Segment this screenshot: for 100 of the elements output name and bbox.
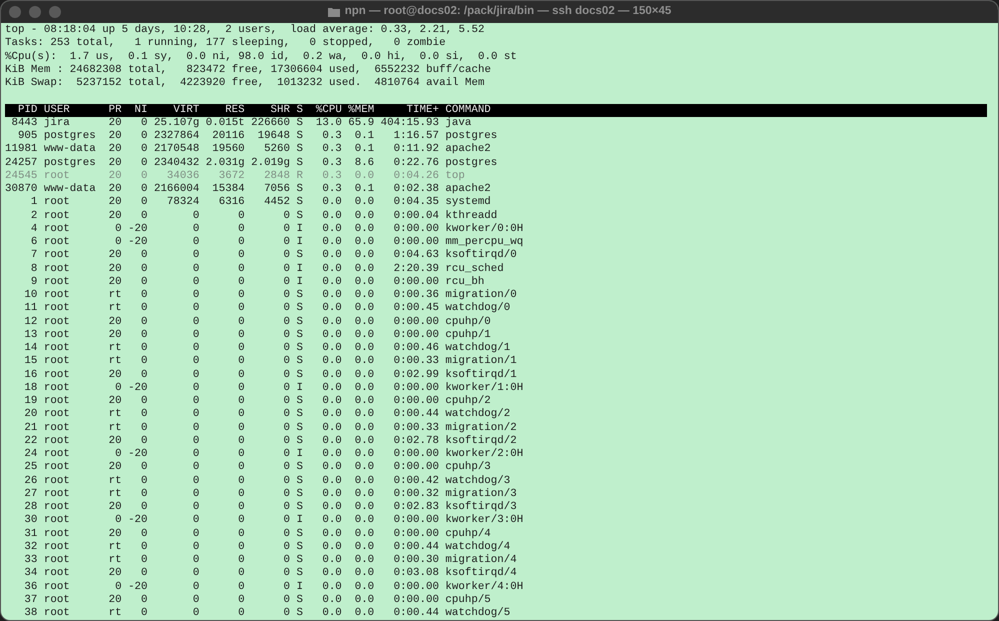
- table-cell-text: 0: [282, 488, 290, 501]
- table-cell-text: root: [44, 276, 71, 289]
- table-cell-text: 0.0: [321, 554, 342, 568]
- table-cell-text: 0:22.76: [392, 156, 439, 170]
- table-cell-text: 0: [237, 501, 245, 514]
- table-cell-text: 0: [237, 249, 245, 262]
- table-cell-text: 0.0: [321, 580, 342, 594]
- table-cell-text: 0.0: [354, 316, 374, 329]
- table-cell-text: 0: [237, 210, 245, 223]
- table-cell: 2340432: [154, 156, 200, 170]
- table-cell: -20: [128, 448, 148, 462]
- table-cell-text: 0:00.00: [392, 528, 439, 541]
- table-cell-text: 0.0: [354, 567, 374, 580]
- table-cell: S: [296, 355, 303, 368]
- table-cell-text: 5260: [263, 143, 290, 156]
- table-cell-text: 19: [23, 395, 38, 408]
- table-cell-text: 0.0: [321, 461, 342, 474]
- table-cell-text: 0: [282, 276, 290, 289]
- table-cell-text: 0: [192, 289, 200, 302]
- table-cell-text: 6: [30, 236, 38, 250]
- table-cell-text: 20: [108, 196, 122, 210]
- table-cell-text: 0: [192, 422, 200, 435]
- table-cell-text: 0.0: [354, 289, 374, 302]
- table-cell: 226660: [251, 116, 290, 130]
- table-cell-text: 0: [140, 554, 148, 568]
- table-cell-text: 0: [282, 222, 290, 236]
- table-cell-text: 0: [237, 514, 245, 528]
- table-cell-text: 20: [23, 408, 38, 422]
- table-cell: I: [296, 514, 303, 528]
- table-cell-text: 0.0: [354, 328, 374, 342]
- table-cell-text: 0.0: [321, 501, 342, 514]
- table-cell-text: 7: [30, 249, 38, 262]
- table-cell-text: 27: [23, 488, 38, 501]
- table-cell-text: 0: [282, 342, 290, 356]
- table-cell: S: [296, 474, 303, 488]
- table-cell-text: 31: [23, 528, 38, 541]
- close-icon[interactable]: [9, 6, 21, 18]
- table-cell-text: 0: [282, 395, 290, 408]
- table-cell-text: 20: [108, 316, 122, 329]
- table-cell-text: 0: [192, 594, 200, 607]
- table-cell: S: [296, 554, 303, 568]
- table-cell-text: 0: [114, 514, 122, 528]
- table-cell-text: 0.0: [354, 249, 374, 262]
- table-cell-text: 0: [282, 368, 290, 382]
- table-cell-text: 0.1: [354, 143, 374, 156]
- table-cell-text: 0: [192, 434, 200, 448]
- table-cell-text: 0:00.00: [392, 276, 439, 289]
- table-cell-text: 28: [23, 501, 38, 514]
- table-cell: 2170548: [154, 143, 200, 156]
- table-cell-text: 20: [108, 594, 122, 607]
- table-cell-text: 0.0: [354, 342, 374, 356]
- table-cell-text: 20: [108, 501, 122, 514]
- table-cell-text: rt: [108, 408, 122, 422]
- column-header: %CPU: [314, 104, 342, 117]
- table-cell-text: 0: [192, 368, 200, 382]
- table-cell-text: 0.0: [354, 395, 374, 408]
- table-cell: rcu_sched: [445, 262, 504, 276]
- table-cell-text: 0: [237, 580, 245, 594]
- table-cell-text: 0:00.00: [392, 382, 439, 395]
- table-cell-text: 0: [282, 355, 290, 368]
- table-cell-text: 2:20.39: [392, 262, 439, 276]
- table-cell-text: 0: [282, 474, 290, 488]
- table-cell-text: 0: [237, 328, 245, 342]
- table-cell-text: 0.0: [354, 461, 374, 474]
- table-cell: S: [296, 368, 303, 382]
- table-cell: -20: [128, 382, 148, 395]
- table-cell-text: 0:00.42: [392, 474, 439, 488]
- table-cell-text: 0: [282, 580, 290, 594]
- table-cell-text: 0:00.00: [392, 395, 439, 408]
- table-cell-text: 0.0: [354, 501, 374, 514]
- table-cell: systemd: [445, 196, 491, 210]
- table-cell-text: ksoftirqd/3: [445, 501, 517, 514]
- table-cell-text: 0: [140, 540, 148, 554]
- table-cell-text: 0.0: [321, 540, 342, 554]
- table-cell-text: 0: [140, 594, 148, 607]
- table-cell-text: 0: [192, 514, 200, 528]
- minimize-icon[interactable]: [29, 6, 41, 18]
- table-cell-text: 0: [192, 262, 200, 276]
- table-cell-text: 0:00.00: [392, 222, 439, 236]
- table-cell: S: [296, 143, 303, 156]
- table-cell-text: 0: [140, 156, 148, 170]
- table-cell-text: root: [44, 434, 71, 448]
- table-cell: S: [296, 434, 303, 448]
- table-cell-text: 0.3: [321, 170, 342, 183]
- table-cell: S: [296, 422, 303, 435]
- table-cell-text: 20: [108, 328, 122, 342]
- table-cell-text: 20: [108, 528, 122, 541]
- table-cell-text: root: [44, 210, 71, 223]
- table-cell-text: 0: [140, 210, 148, 223]
- table-cell-text: 0:00.00: [392, 448, 439, 462]
- table-cell-text: 0: [282, 236, 290, 250]
- table-cell-text: 20: [108, 395, 122, 408]
- table-cell-text: 0.0: [321, 236, 342, 250]
- table-cell-text: 0.0: [321, 355, 342, 368]
- table-cell-text: 20: [108, 567, 122, 580]
- table-cell-text: 16: [23, 368, 38, 382]
- zoom-icon[interactable]: [49, 6, 61, 18]
- table-cell-text: 8.6: [354, 156, 374, 170]
- table-cell-text: 0: [237, 528, 245, 541]
- column-header: VIRT: [172, 104, 200, 117]
